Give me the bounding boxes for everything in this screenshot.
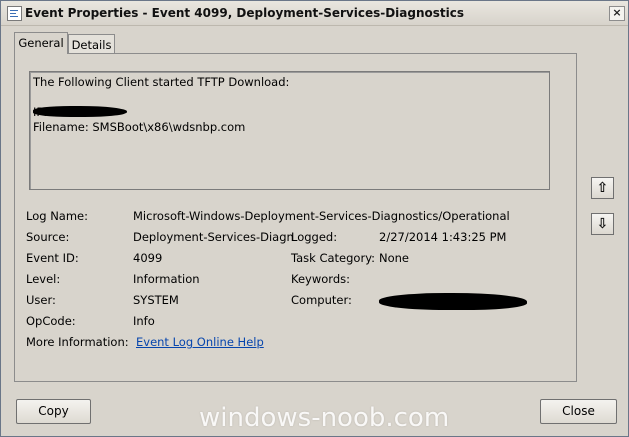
description-filename: Filename: SMSBoot\x86\wdsnbp.com: [33, 120, 246, 134]
previous-event-up-arrow-icon[interactable]: ⇧: [591, 177, 614, 199]
computer-label: Computer:: [291, 293, 352, 307]
copy-button[interactable]: Copy: [16, 399, 91, 424]
title-bar: Event Properties - Event 4099, Deploymen…: [1, 1, 628, 26]
general-panel: The Following Client started TFTP Downlo…: [14, 53, 577, 382]
event-viewer-icon: [7, 6, 22, 21]
event-id-label: Event ID:: [26, 251, 79, 265]
user-label: User:: [26, 293, 56, 307]
opcode-label: OpCode:: [26, 314, 76, 328]
event-properties-window: Event Properties - Event 4099, Deploymen…: [0, 0, 629, 437]
more-information-label: More Information:: [26, 335, 129, 349]
redacted-ip: [33, 106, 127, 117]
user-value[interactable]: SYSTEM: [133, 293, 179, 307]
task-category-value[interactable]: None: [379, 251, 409, 265]
log-name-label: Log Name:: [26, 209, 88, 223]
logged-label: Logged:: [291, 230, 338, 244]
redacted-computer-name: [379, 293, 527, 310]
event-id-value[interactable]: 4099: [133, 251, 162, 265]
logged-value[interactable]: 2/27/2014 1:43:25 PM: [379, 230, 506, 244]
close-window-icon[interactable]: ×: [609, 6, 625, 21]
task-category-label: Task Category:: [291, 251, 376, 265]
level-value[interactable]: Information: [133, 272, 200, 286]
tab-general[interactable]: General: [14, 32, 68, 54]
log-name-value[interactable]: Microsoft-Windows-Deployment-Services-Di…: [133, 209, 510, 223]
source-value[interactable]: Deployment-Services-Diagn: [133, 230, 294, 244]
next-event-down-arrow-icon[interactable]: ⇩: [591, 213, 614, 235]
description-line: The Following Client started TFTP Downlo…: [33, 75, 290, 89]
source-label: Source:: [26, 230, 70, 244]
level-label: Level:: [26, 272, 61, 286]
tab-details[interactable]: Details: [68, 34, 115, 55]
keywords-label: Keywords:: [291, 272, 350, 286]
event-description-box[interactable]: The Following Client started TFTP Downlo…: [29, 71, 550, 190]
close-button[interactable]: Close: [540, 399, 617, 424]
window-title: Event Properties - Event 4099, Deploymen…: [25, 6, 465, 20]
event-log-online-help-link[interactable]: Event Log Online Help: [136, 335, 264, 349]
watermark-text: windows-noob.com: [199, 403, 450, 433]
opcode-value[interactable]: Info: [133, 314, 155, 328]
